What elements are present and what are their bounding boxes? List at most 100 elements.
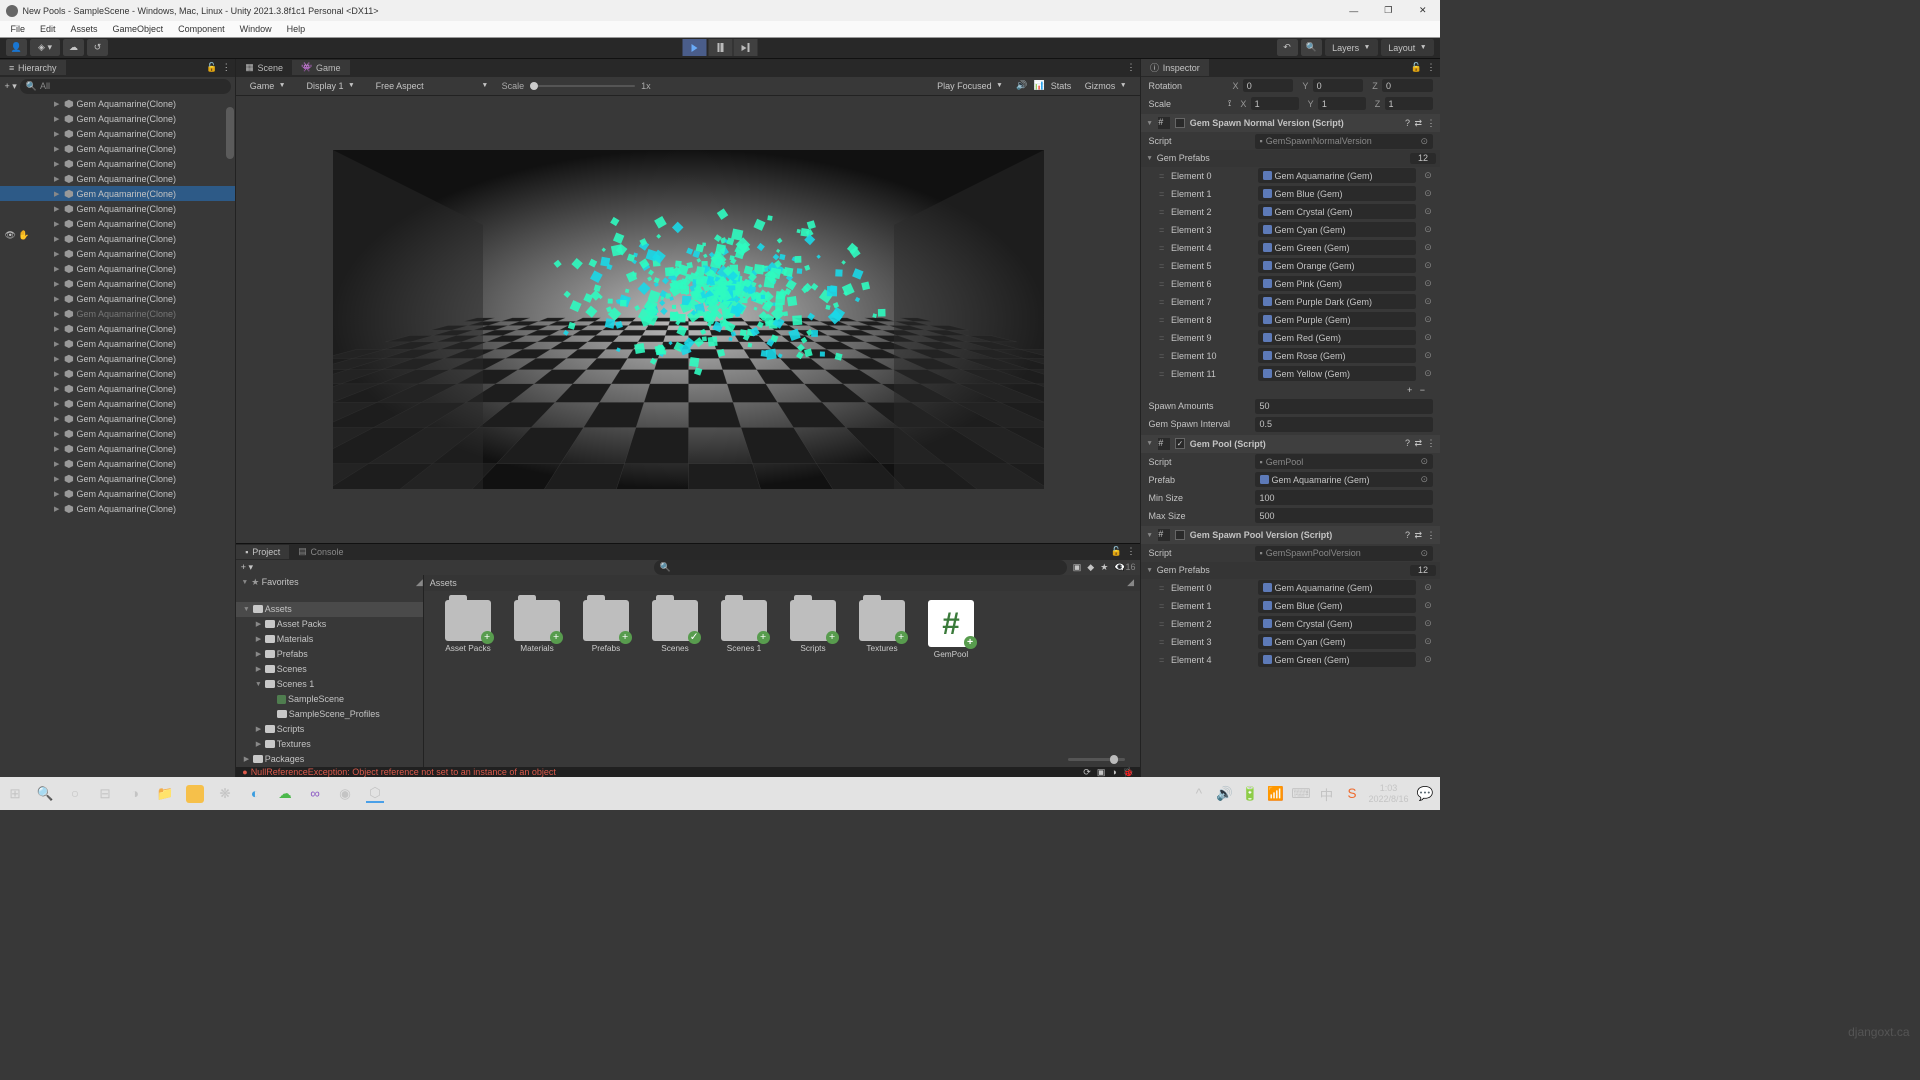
hierarchy-row[interactable]: ▶Gem Aquamarine(Clone)	[0, 411, 235, 426]
folder-item[interactable]: +Asset Packs	[445, 600, 492, 653]
hierarchy-row[interactable]: ▶Gem Aquamarine(Clone)	[0, 366, 235, 381]
component-menu-icon[interactable]: ⋮	[1427, 530, 1436, 541]
favorites-row[interactable]: ▼★Favorites ◢	[236, 575, 423, 590]
mute-button[interactable]: 🔊	[1016, 80, 1027, 91]
menu-gameobject[interactable]: GameObject	[107, 22, 170, 35]
scale-y-field[interactable]: 1	[1318, 97, 1366, 111]
menu-help[interactable]: Help	[281, 22, 312, 35]
object-field[interactable]: Gem Purple Dark (Gem)	[1258, 294, 1416, 309]
presets-icon[interactable]: ⇄	[1414, 118, 1422, 129]
hierarchy-row[interactable]: ▶Gem Aquamarine(Clone)	[0, 231, 235, 246]
help-icon[interactable]: ?	[1405, 118, 1410, 129]
object-picker-icon[interactable]: ⊙	[1422, 188, 1434, 199]
hierarchy-menu-icon[interactable]: ⋮	[222, 62, 231, 73]
project-tree[interactable]: ▼★Favorites ◢ ▼Assets▶Asset Packs▶Materi…	[236, 575, 424, 767]
project-filter-label-icon[interactable]: ◆	[1087, 562, 1094, 573]
hierarchy-lock-icon[interactable]: 🔓	[206, 62, 217, 73]
hierarchy-row[interactable]: ▶Gem Aquamarine(Clone)	[0, 351, 235, 366]
component-header-spawn-pool[interactable]: ▼# Gem Spawn Pool Version (Script) ?⇄⋮	[1141, 526, 1440, 544]
object-picker-icon[interactable]: ⊙	[1422, 332, 1434, 343]
scale-x-field[interactable]: 1	[1251, 97, 1299, 111]
hierarchy-row[interactable]: ▶Gem Aquamarine(Clone)	[0, 126, 235, 141]
app-icon[interactable]: ❋	[216, 785, 234, 803]
hierarchy-row[interactable]: ▶Gem Aquamarine(Clone)	[0, 321, 235, 336]
thumbnail-size-slider[interactable]	[424, 753, 1140, 767]
hierarchy-tab[interactable]: ≡ Hierarchy	[0, 60, 66, 75]
minsize-field[interactable]: 100	[1255, 490, 1433, 505]
object-field[interactable]: Gem Aquamarine (Gem)	[1258, 168, 1416, 183]
menu-file[interactable]: File	[5, 22, 32, 35]
search-button[interactable]: 🔍	[1301, 39, 1322, 56]
object-picker-icon[interactable]: ⊙	[1422, 242, 1434, 253]
hierarchy-row[interactable]: ▶Gem Aquamarine(Clone)	[0, 471, 235, 486]
hierarchy-row[interactable]: ▶Gem Aquamarine(Clone)	[0, 306, 235, 321]
battery-icon[interactable]: 🔋	[1241, 785, 1259, 803]
unity-hub-icon[interactable]: ⬡	[366, 785, 384, 803]
ime-icon[interactable]: ⌨	[1292, 785, 1310, 803]
folder-item[interactable]: +Materials	[514, 600, 561, 653]
presets-icon[interactable]: ⇄	[1414, 530, 1422, 541]
hierarchy-row[interactable]: ▶Gem Aquamarine(Clone)	[0, 201, 235, 216]
hierarchy-list[interactable]: 👁 ✋ ▶Gem Aquamarine(Clone)▶Gem Aquamarin…	[0, 96, 235, 777]
object-picker-icon[interactable]: ⊙	[1422, 636, 1434, 647]
scale-slider[interactable]	[530, 85, 635, 87]
help-icon[interactable]: ?	[1405, 438, 1410, 449]
component-enabled-checkbox[interactable]	[1175, 530, 1186, 541]
tree-row[interactable]: ▶Packages	[236, 752, 423, 767]
tree-row[interactable]: ▶Scripts	[236, 722, 423, 737]
object-field[interactable]: Gem Orange (Gem)	[1258, 258, 1416, 273]
minimize-button[interactable]: —	[1349, 5, 1360, 16]
object-picker-icon[interactable]: ⊙	[1422, 618, 1434, 629]
object-field[interactable]: Gem Yellow (Gem)	[1258, 366, 1416, 381]
folder-item[interactable]: +Textures	[859, 600, 906, 653]
undo-history-button[interactable]: ↶	[1277, 39, 1298, 56]
list-add-button[interactable]: +	[1407, 385, 1412, 395]
hierarchy-row[interactable]: ▶Gem Aquamarine(Clone)	[0, 186, 235, 201]
component-menu-icon[interactable]: ⋮	[1427, 438, 1436, 449]
object-picker-icon[interactable]: ⊙	[1422, 206, 1434, 217]
maximize-button[interactable]: ❐	[1383, 5, 1394, 16]
folder-item[interactable]: +Scenes 1	[721, 600, 768, 653]
inspector-menu-icon[interactable]: ⋮	[1427, 62, 1436, 73]
layout-dropdown[interactable]: Layout▼	[1381, 39, 1434, 56]
hierarchy-row[interactable]: ▶Gem Aquamarine(Clone)	[0, 486, 235, 501]
menu-component[interactable]: Component	[172, 22, 231, 35]
step-button[interactable]	[734, 39, 758, 56]
notifications-icon[interactable]: 💬	[1416, 785, 1434, 803]
object-field[interactable]: Gem Blue (Gem)	[1258, 598, 1416, 613]
tree-row[interactable]: ▶Scenes	[236, 662, 423, 677]
object-picker-icon[interactable]: ⊙	[1422, 224, 1434, 235]
project-tab[interactable]: ▪ Project	[236, 545, 289, 560]
project-save-filter-icon[interactable]: ★	[1100, 562, 1108, 573]
object-field[interactable]: Gem Blue (Gem)	[1258, 186, 1416, 201]
start-button[interactable]: ⊞	[6, 785, 24, 803]
object-picker-icon[interactable]: ⊙	[1422, 296, 1434, 307]
prefab-field[interactable]: Gem Aquamarine (Gem)⊙	[1255, 472, 1433, 487]
link-scale-icon[interactable]: ⟟	[1228, 98, 1231, 109]
gem-prefabs-foldout-2[interactable]: ▼Gem Prefabs12	[1141, 562, 1440, 579]
menu-edit[interactable]: Edit	[34, 22, 62, 35]
component-enabled-checkbox[interactable]	[1175, 118, 1186, 129]
presets-icon[interactable]: ⇄	[1414, 438, 1422, 449]
hierarchy-row[interactable]: ▶Gem Aquamarine(Clone)	[0, 171, 235, 186]
gizmos-dropdown[interactable]: Gizmos▼	[1077, 79, 1134, 92]
steam-icon[interactable]: ◑	[126, 785, 144, 803]
visual-studio-icon[interactable]: ∞	[306, 785, 324, 803]
game-tab[interactable]: 👾Game	[292, 60, 349, 76]
volume-icon[interactable]: 🔊	[1215, 785, 1233, 803]
rot-y-field[interactable]: 0	[1313, 79, 1363, 93]
game-mode-dropdown[interactable]: Game▼	[242, 79, 293, 92]
hierarchy-row[interactable]: ▶Gem Aquamarine(Clone)	[0, 261, 235, 276]
object-field[interactable]: Gem Red (Gem)	[1258, 330, 1416, 345]
component-header-spawn-normal[interactable]: ▼# Gem Spawn Normal Version (Script) ?⇄⋮	[1141, 114, 1440, 132]
project-search-input[interactable]: 🔍	[654, 560, 1067, 575]
object-field[interactable]: Gem Aquamarine (Gem)	[1258, 580, 1416, 595]
folder-item[interactable]: +Scripts	[790, 600, 837, 653]
cloud-button[interactable]: ☁	[63, 39, 84, 56]
hierarchy-search-input[interactable]: 🔍 All	[20, 79, 231, 94]
hierarchy-row[interactable]: ▶Gem Aquamarine(Clone)	[0, 501, 235, 516]
object-picker-icon[interactable]: ⊙	[1422, 278, 1434, 289]
hierarchy-row[interactable]: ▶Gem Aquamarine(Clone)	[0, 276, 235, 291]
spawn-amounts-field[interactable]: 50	[1255, 399, 1433, 414]
hierarchy-row[interactable]: ▶Gem Aquamarine(Clone)	[0, 291, 235, 306]
